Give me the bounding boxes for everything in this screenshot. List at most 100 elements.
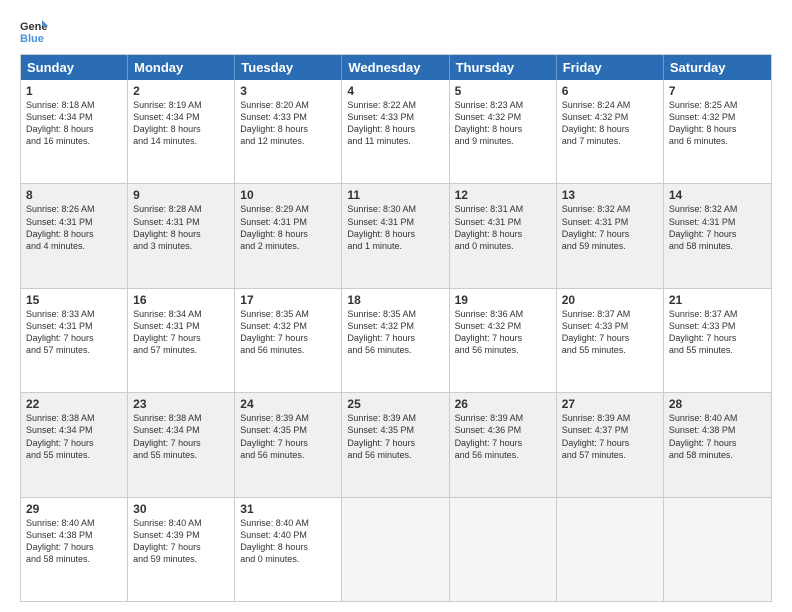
- calendar-cell-27: 27Sunrise: 8:39 AM Sunset: 4:37 PM Dayli…: [557, 393, 664, 496]
- day-info: Sunrise: 8:37 AM Sunset: 4:33 PM Dayligh…: [562, 308, 658, 357]
- calendar-cell-28: 28Sunrise: 8:40 AM Sunset: 4:38 PM Dayli…: [664, 393, 771, 496]
- calendar-cell-24: 24Sunrise: 8:39 AM Sunset: 4:35 PM Dayli…: [235, 393, 342, 496]
- calendar-cell-empty: [557, 498, 664, 601]
- calendar-cell-7: 7Sunrise: 8:25 AM Sunset: 4:32 PM Daylig…: [664, 80, 771, 183]
- calendar-cell-empty: [664, 498, 771, 601]
- day-info: Sunrise: 8:30 AM Sunset: 4:31 PM Dayligh…: [347, 203, 443, 252]
- calendar-cell-empty: [342, 498, 449, 601]
- day-number: 12: [455, 188, 551, 202]
- calendar-cell-5: 5Sunrise: 8:23 AM Sunset: 4:32 PM Daylig…: [450, 80, 557, 183]
- calendar-cell-11: 11Sunrise: 8:30 AM Sunset: 4:31 PM Dayli…: [342, 184, 449, 287]
- day-number: 2: [133, 84, 229, 98]
- logo-icon: General Blue: [20, 16, 48, 44]
- calendar-cell-2: 2Sunrise: 8:19 AM Sunset: 4:34 PM Daylig…: [128, 80, 235, 183]
- calendar-cell-30: 30Sunrise: 8:40 AM Sunset: 4:39 PM Dayli…: [128, 498, 235, 601]
- calendar-body: 1Sunrise: 8:18 AM Sunset: 4:34 PM Daylig…: [21, 80, 771, 601]
- day-info: Sunrise: 8:23 AM Sunset: 4:32 PM Dayligh…: [455, 99, 551, 148]
- calendar-cell-3: 3Sunrise: 8:20 AM Sunset: 4:33 PM Daylig…: [235, 80, 342, 183]
- day-number: 30: [133, 502, 229, 516]
- day-number: 6: [562, 84, 658, 98]
- day-number: 8: [26, 188, 122, 202]
- day-number: 14: [669, 188, 766, 202]
- day-number: 26: [455, 397, 551, 411]
- day-header-thursday: Thursday: [450, 55, 557, 80]
- day-info: Sunrise: 8:34 AM Sunset: 4:31 PM Dayligh…: [133, 308, 229, 357]
- day-number: 10: [240, 188, 336, 202]
- day-header-friday: Friday: [557, 55, 664, 80]
- day-info: Sunrise: 8:32 AM Sunset: 4:31 PM Dayligh…: [562, 203, 658, 252]
- calendar-row-1: 1Sunrise: 8:18 AM Sunset: 4:34 PM Daylig…: [21, 80, 771, 183]
- calendar-cell-9: 9Sunrise: 8:28 AM Sunset: 4:31 PM Daylig…: [128, 184, 235, 287]
- day-header-monday: Monday: [128, 55, 235, 80]
- day-number: 23: [133, 397, 229, 411]
- calendar-cell-19: 19Sunrise: 8:36 AM Sunset: 4:32 PM Dayli…: [450, 289, 557, 392]
- day-number: 1: [26, 84, 122, 98]
- calendar-row-3: 15Sunrise: 8:33 AM Sunset: 4:31 PM Dayli…: [21, 288, 771, 392]
- day-number: 7: [669, 84, 766, 98]
- day-number: 31: [240, 502, 336, 516]
- calendar-cell-10: 10Sunrise: 8:29 AM Sunset: 4:31 PM Dayli…: [235, 184, 342, 287]
- day-info: Sunrise: 8:29 AM Sunset: 4:31 PM Dayligh…: [240, 203, 336, 252]
- day-number: 18: [347, 293, 443, 307]
- day-number: 13: [562, 188, 658, 202]
- calendar-cell-17: 17Sunrise: 8:35 AM Sunset: 4:32 PM Dayli…: [235, 289, 342, 392]
- calendar-cell-14: 14Sunrise: 8:32 AM Sunset: 4:31 PM Dayli…: [664, 184, 771, 287]
- calendar-cell-13: 13Sunrise: 8:32 AM Sunset: 4:31 PM Dayli…: [557, 184, 664, 287]
- day-header-sunday: Sunday: [21, 55, 128, 80]
- day-number: 24: [240, 397, 336, 411]
- calendar-cell-12: 12Sunrise: 8:31 AM Sunset: 4:31 PM Dayli…: [450, 184, 557, 287]
- day-info: Sunrise: 8:32 AM Sunset: 4:31 PM Dayligh…: [669, 203, 766, 252]
- day-info: Sunrise: 8:18 AM Sunset: 4:34 PM Dayligh…: [26, 99, 122, 148]
- day-header-wednesday: Wednesday: [342, 55, 449, 80]
- day-info: Sunrise: 8:37 AM Sunset: 4:33 PM Dayligh…: [669, 308, 766, 357]
- day-info: Sunrise: 8:25 AM Sunset: 4:32 PM Dayligh…: [669, 99, 766, 148]
- calendar-cell-22: 22Sunrise: 8:38 AM Sunset: 4:34 PM Dayli…: [21, 393, 128, 496]
- day-number: 27: [562, 397, 658, 411]
- day-info: Sunrise: 8:40 AM Sunset: 4:38 PM Dayligh…: [26, 517, 122, 566]
- day-info: Sunrise: 8:36 AM Sunset: 4:32 PM Dayligh…: [455, 308, 551, 357]
- day-number: 17: [240, 293, 336, 307]
- day-info: Sunrise: 8:26 AM Sunset: 4:31 PM Dayligh…: [26, 203, 122, 252]
- day-number: 9: [133, 188, 229, 202]
- calendar-cell-8: 8Sunrise: 8:26 AM Sunset: 4:31 PM Daylig…: [21, 184, 128, 287]
- day-number: 11: [347, 188, 443, 202]
- calendar-cell-empty: [450, 498, 557, 601]
- day-number: 16: [133, 293, 229, 307]
- day-info: Sunrise: 8:20 AM Sunset: 4:33 PM Dayligh…: [240, 99, 336, 148]
- day-info: Sunrise: 8:39 AM Sunset: 4:37 PM Dayligh…: [562, 412, 658, 461]
- calendar-cell-26: 26Sunrise: 8:39 AM Sunset: 4:36 PM Dayli…: [450, 393, 557, 496]
- day-info: Sunrise: 8:38 AM Sunset: 4:34 PM Dayligh…: [133, 412, 229, 461]
- day-number: 28: [669, 397, 766, 411]
- day-info: Sunrise: 8:40 AM Sunset: 4:38 PM Dayligh…: [669, 412, 766, 461]
- day-number: 22: [26, 397, 122, 411]
- calendar-cell-31: 31Sunrise: 8:40 AM Sunset: 4:40 PM Dayli…: [235, 498, 342, 601]
- header: General Blue: [20, 16, 772, 44]
- day-number: 4: [347, 84, 443, 98]
- page: General Blue SundayMondayTuesdayWednesda…: [0, 0, 792, 612]
- calendar: SundayMondayTuesdayWednesdayThursdayFrid…: [20, 54, 772, 602]
- calendar-cell-29: 29Sunrise: 8:40 AM Sunset: 4:38 PM Dayli…: [21, 498, 128, 601]
- day-number: 21: [669, 293, 766, 307]
- calendar-cell-20: 20Sunrise: 8:37 AM Sunset: 4:33 PM Dayli…: [557, 289, 664, 392]
- day-info: Sunrise: 8:33 AM Sunset: 4:31 PM Dayligh…: [26, 308, 122, 357]
- day-info: Sunrise: 8:39 AM Sunset: 4:35 PM Dayligh…: [240, 412, 336, 461]
- day-info: Sunrise: 8:31 AM Sunset: 4:31 PM Dayligh…: [455, 203, 551, 252]
- calendar-cell-21: 21Sunrise: 8:37 AM Sunset: 4:33 PM Dayli…: [664, 289, 771, 392]
- calendar-cell-25: 25Sunrise: 8:39 AM Sunset: 4:35 PM Dayli…: [342, 393, 449, 496]
- day-info: Sunrise: 8:39 AM Sunset: 4:36 PM Dayligh…: [455, 412, 551, 461]
- day-info: Sunrise: 8:40 AM Sunset: 4:40 PM Dayligh…: [240, 517, 336, 566]
- day-header-tuesday: Tuesday: [235, 55, 342, 80]
- day-info: Sunrise: 8:22 AM Sunset: 4:33 PM Dayligh…: [347, 99, 443, 148]
- day-info: Sunrise: 8:35 AM Sunset: 4:32 PM Dayligh…: [240, 308, 336, 357]
- day-number: 25: [347, 397, 443, 411]
- calendar-cell-18: 18Sunrise: 8:35 AM Sunset: 4:32 PM Dayli…: [342, 289, 449, 392]
- day-number: 3: [240, 84, 336, 98]
- calendar-cell-15: 15Sunrise: 8:33 AM Sunset: 4:31 PM Dayli…: [21, 289, 128, 392]
- calendar-cell-16: 16Sunrise: 8:34 AM Sunset: 4:31 PM Dayli…: [128, 289, 235, 392]
- day-info: Sunrise: 8:39 AM Sunset: 4:35 PM Dayligh…: [347, 412, 443, 461]
- day-number: 15: [26, 293, 122, 307]
- day-info: Sunrise: 8:24 AM Sunset: 4:32 PM Dayligh…: [562, 99, 658, 148]
- day-info: Sunrise: 8:40 AM Sunset: 4:39 PM Dayligh…: [133, 517, 229, 566]
- day-info: Sunrise: 8:38 AM Sunset: 4:34 PM Dayligh…: [26, 412, 122, 461]
- day-info: Sunrise: 8:28 AM Sunset: 4:31 PM Dayligh…: [133, 203, 229, 252]
